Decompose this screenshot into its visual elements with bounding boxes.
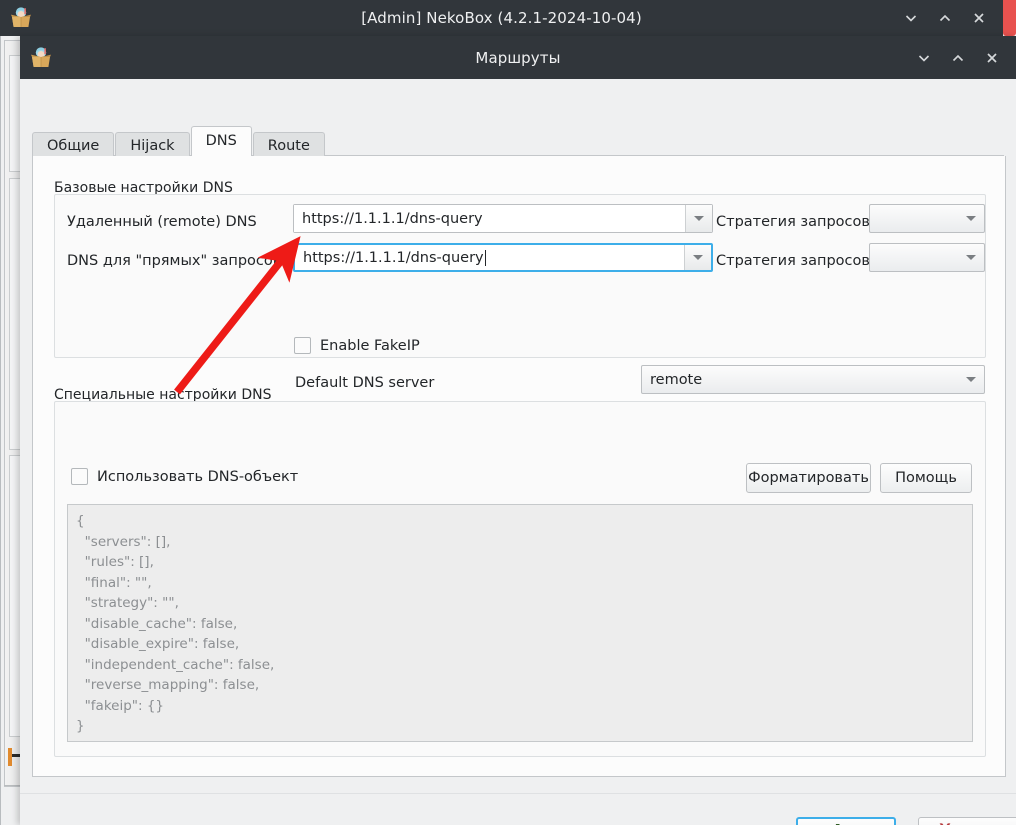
chevron-down-icon[interactable]: [958, 205, 984, 232]
cancel-button[interactable]: Cancel: [918, 817, 1016, 825]
close-icon[interactable]: [971, 10, 987, 26]
direct-dns-label: DNS для "прямых" запросов*: [67, 253, 289, 269]
dns-tab-page: Базовые настройки DNS Удаленный (remote)…: [32, 156, 1006, 777]
remote-dns-combo[interactable]: https://1.1.1.1/dns-query: [293, 204, 713, 233]
dialog-window-controls: [916, 36, 1010, 79]
default-dns-server-label: Default DNS server: [295, 375, 435, 391]
maximize-icon[interactable]: [937, 10, 953, 26]
routes-dialog: Маршруты Общие Hijack DNS Route Базовые …: [20, 36, 1016, 825]
minimize-icon[interactable]: [903, 10, 919, 26]
dialog-titlebar: Маршруты: [20, 36, 1016, 79]
enable-fakeip-label: Enable FakeIP: [320, 337, 420, 354]
use-dns-object-row[interactable]: Использовать DNS-объект: [71, 468, 298, 485]
tab-dns[interactable]: DNS: [190, 126, 252, 156]
chevron-down-icon[interactable]: [958, 366, 984, 393]
remote-dns-label: Удаленный (remote) DNS: [67, 214, 257, 230]
default-dns-server-value: remote: [650, 371, 703, 388]
chevron-down-icon[interactable]: [684, 245, 711, 270]
background-red-strip: [1003, 0, 1016, 36]
remote-strategy-label: Стратегия запросов: [716, 214, 870, 230]
remote-strategy-combo[interactable]: [869, 204, 985, 233]
remote-strategy-value: [870, 205, 958, 232]
enable-fakeip-row[interactable]: Enable FakeIP: [294, 337, 420, 354]
main-window-title: [Admin] NekoBox (4.2.1-2024-10-04): [361, 9, 642, 27]
main-window-controls: [903, 0, 997, 36]
tab-hijack[interactable]: Hijack: [115, 132, 190, 159]
maximize-icon[interactable]: [950, 50, 966, 66]
text-cursor: [484, 249, 486, 266]
help-button[interactable]: Помощь: [880, 463, 972, 493]
minimize-icon[interactable]: [916, 50, 932, 66]
close-icon[interactable]: [984, 50, 1000, 66]
dialog-title: Маршруты: [475, 48, 561, 67]
format-button[interactable]: Форматировать: [746, 463, 871, 493]
default-dns-server-combo[interactable]: remote: [641, 365, 985, 394]
direct-dns-input[interactable]: https://1.1.1.1/dns-query: [295, 245, 684, 270]
direct-strategy-value: [870, 244, 958, 271]
direct-strategy-combo[interactable]: [869, 243, 985, 272]
enable-fakeip-checkbox[interactable]: [294, 337, 311, 354]
direct-dns-combo[interactable]: https://1.1.1.1/dns-query: [293, 243, 713, 272]
chevron-down-icon[interactable]: [685, 205, 712, 232]
chevron-down-icon[interactable]: [958, 244, 984, 271]
footer-separator: [20, 793, 1016, 794]
ok-button[interactable]: OK: [796, 817, 896, 825]
use-dns-object-label: Использовать DNS-объект: [97, 468, 299, 485]
direct-strategy-label: Стратегия запросов: [716, 253, 870, 269]
left-panel-marker-icon: [8, 748, 12, 766]
tab-bar: Общие Hijack DNS Route: [32, 126, 1004, 159]
remote-dns-input[interactable]: https://1.1.1.1/dns-query: [294, 205, 685, 232]
dns-object-json-editor[interactable]: { "servers": [], "rules": [], "final": "…: [67, 504, 973, 742]
screen: [Admin] NekoBox (4.2.1-2024-10-04) Маршр…: [0, 0, 1016, 825]
main-window-titlebar: [Admin] NekoBox (4.2.1-2024-10-04): [0, 0, 1003, 36]
tab-obshchie[interactable]: Общие: [32, 132, 115, 159]
tab-route[interactable]: Route: [252, 132, 325, 159]
dialog-body: Общие Hijack DNS Route Базовые настройки…: [20, 79, 1016, 825]
use-dns-object-checkbox[interactable]: [71, 468, 88, 485]
